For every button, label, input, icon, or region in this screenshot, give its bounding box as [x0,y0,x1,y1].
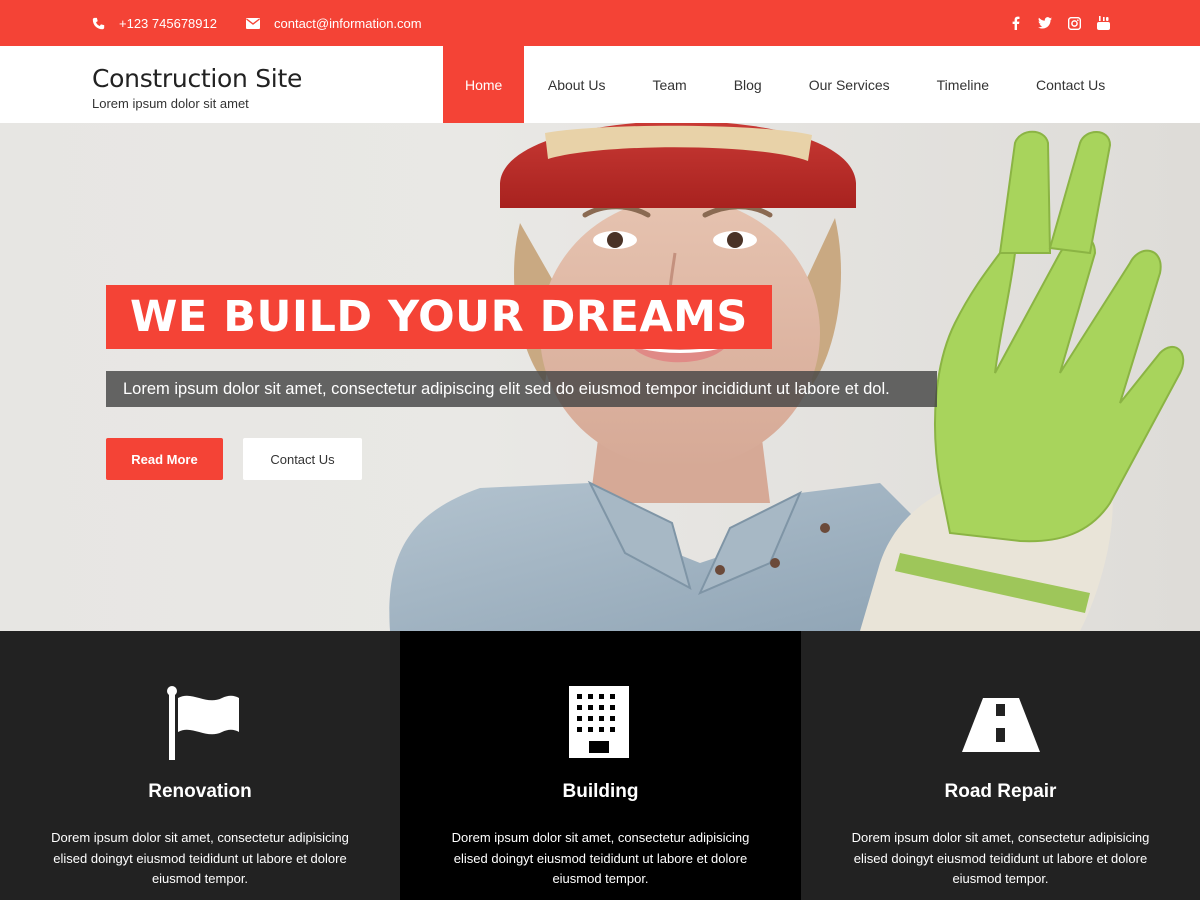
envelope-icon [246,17,260,29]
facebook-icon[interactable] [1009,16,1023,30]
hero-contact-us-button[interactable]: Contact Us [243,438,362,480]
nav-contact-us[interactable]: Contact Us [1013,46,1129,123]
nav-team[interactable]: Team [629,46,710,123]
nav-blog[interactable]: Blog [710,46,785,123]
site-brand[interactable]: Construction Site Lorem ipsum dolor sit … [92,64,302,111]
feature-title: Road Repair [944,781,1057,802]
hero-lead-text: Lorem ipsum dolor sit amet, consectetur … [106,371,937,407]
features-section: Renovation Dorem ipsum dolor sit amet, c… [0,631,1200,900]
hero-headline: WE BUILD YOUR DREAMS [106,285,772,349]
twitter-icon[interactable] [1038,16,1052,30]
instagram-icon[interactable] [1067,16,1081,30]
phone-number: +123 745678912 [119,15,217,31]
email-contact[interactable]: contact@information.com [246,0,422,46]
site-tagline: Lorem ipsum dolor sit amet [92,96,249,111]
phone-contact[interactable]: +123 745678912 [92,0,217,46]
flag-icon [167,686,239,760]
email-address: contact@information.com [274,15,422,31]
read-more-button[interactable]: Read More [106,438,223,480]
nav-home[interactable]: Home [443,46,525,123]
youtube-icon[interactable] [1096,16,1110,30]
nav-timeline[interactable]: Timeline [913,46,1012,123]
building-icon [568,686,629,758]
feature-title: Renovation [148,781,252,802]
road-icon [961,698,1040,752]
site-header: Construction Site Lorem ipsum dolor sit … [0,46,1200,123]
feature-card-building: Building Dorem ipsum dolor sit amet, con… [400,631,801,900]
site-title[interactable]: Construction Site [92,64,302,93]
phone-icon [92,17,105,29]
feature-description: Dorem ipsum dolor sit amet, consectetur … [451,830,750,886]
main-nav: Home About Us Team Blog Our Services Tim… [443,46,1129,123]
feature-title: Building [562,781,639,802]
nav-about-us[interactable]: About Us [524,46,629,123]
feature-description: Dorem ipsum dolor sit amet, consectetur … [851,830,1150,886]
feature-description: Dorem ipsum dolor sit amet, consectetur … [51,830,349,886]
feature-card-renovation: Renovation Dorem ipsum dolor sit amet, c… [0,631,400,900]
hero-banner: WE BUILD YOUR DREAMS Lorem ipsum dolor s… [0,123,1200,631]
nav-our-services[interactable]: Our Services [785,46,913,123]
top-bar: +123 745678912 contact@information.com [0,0,1200,46]
feature-card-road-repair: Road Repair Dorem ipsum dolor sit amet, … [801,631,1200,900]
social-links [1009,0,1110,46]
